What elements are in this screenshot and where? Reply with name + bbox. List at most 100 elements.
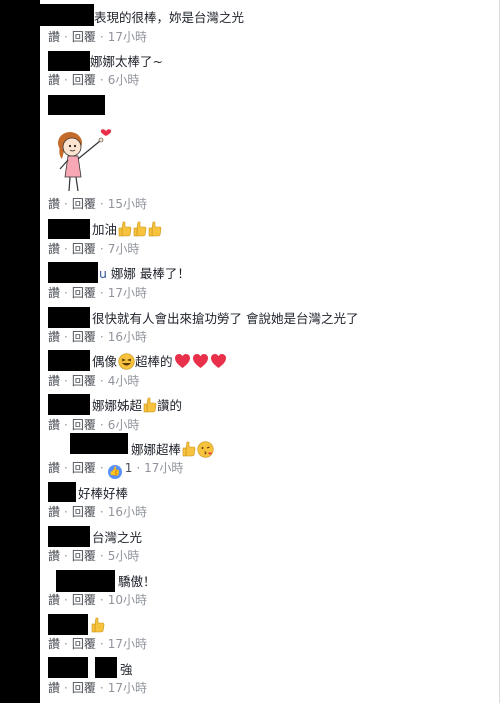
- like-button[interactable]: 讚: [48, 418, 60, 432]
- heart-icon: [192, 353, 209, 369]
- redacted-name[interactable]: [48, 394, 90, 415]
- like-reaction-icon: 👍: [107, 465, 122, 479]
- reply-button[interactable]: 回覆: [72, 418, 96, 432]
- timestamp[interactable]: 16小時: [108, 505, 147, 519]
- timestamp[interactable]: 6小時: [108, 73, 140, 87]
- timestamp[interactable]: 4小時: [108, 374, 140, 388]
- comment-text-row: 加油: [92, 221, 162, 239]
- redacted-name[interactable]: [48, 526, 90, 547]
- like-button[interactable]: 讚: [48, 197, 60, 211]
- panel-border: [499, 0, 500, 703]
- reply-button[interactable]: 回覆: [72, 593, 96, 607]
- separator: ·: [64, 73, 68, 87]
- separator: ·: [99, 637, 104, 651]
- thumbs-up-icon: [148, 221, 162, 237]
- like-button[interactable]: 讚: [48, 461, 60, 475]
- comment-text-row: 娜娜姊超 讚的: [92, 397, 182, 415]
- redacted-name[interactable]: [56, 570, 115, 592]
- like-button[interactable]: 讚: [48, 374, 60, 388]
- like-button[interactable]: 讚: [48, 593, 60, 607]
- reply-button[interactable]: 回覆: [72, 330, 96, 344]
- timestamp[interactable]: 7小時: [108, 242, 140, 256]
- redacted-name[interactable]: [48, 657, 88, 678]
- timestamp[interactable]: 17小時: [108, 637, 147, 651]
- girl-pointing-sticker: [48, 121, 124, 197]
- comment-text-before: 偶像: [92, 354, 118, 369]
- reply-button[interactable]: 回覆: [72, 374, 96, 388]
- thumbs-up-icon: [143, 397, 157, 413]
- like-button[interactable]: 讚: [48, 286, 60, 300]
- redacted-name[interactable]: [48, 262, 98, 283]
- redacted-name[interactable]: [48, 219, 90, 239]
- redacted-name[interactable]: [48, 95, 105, 115]
- redacted-name[interactable]: [48, 614, 88, 635]
- separator: ·: [99, 73, 104, 87]
- comment-actions: 讚 · 回覆 · 15小時: [48, 196, 147, 212]
- separator: ·: [99, 286, 104, 300]
- redacted-name[interactable]: [48, 350, 90, 371]
- redacted-name[interactable]: [48, 307, 90, 328]
- like-button[interactable]: 讚: [48, 242, 60, 256]
- redacted-name[interactable]: [40, 4, 94, 26]
- like-button[interactable]: 讚: [48, 73, 60, 87]
- comment-actions: 讚 · 回覆 · 5小時: [48, 548, 139, 564]
- comment-actions: 讚 · 回覆 · 17小時: [48, 680, 147, 696]
- like-count-value: 1: [124, 461, 133, 475]
- timestamp[interactable]: 10小時: [108, 593, 147, 607]
- like-button[interactable]: 讚: [48, 681, 60, 695]
- comment-text-row: [90, 617, 105, 635]
- reply-button[interactable]: 回覆: [72, 197, 96, 211]
- comment-thread: 表現的很棒，妳是台灣之光 讚 · 回覆 · 17小時 娜娜太棒了~ 讚 · 回覆 · 6小時: [0, 0, 504, 703]
- thumbs-up-icon: [118, 221, 132, 237]
- reply-button[interactable]: 回覆: [72, 30, 96, 44]
- separator: ·: [64, 30, 68, 44]
- like-count[interactable]: 👍 1: [107, 461, 133, 479]
- reply-button[interactable]: 回覆: [72, 681, 96, 695]
- timestamp[interactable]: 6小時: [108, 418, 140, 432]
- reply-button[interactable]: 回覆: [72, 73, 96, 87]
- comment-text-row: 娜娜超棒: [131, 441, 214, 459]
- comment-actions: 讚 · 回覆 · 4小時: [48, 373, 139, 389]
- timestamp[interactable]: 16小時: [108, 330, 147, 344]
- thumbs-up-icon: [91, 617, 105, 633]
- comment-text-row: 偶像 超棒的: [92, 353, 227, 371]
- comment-text-after: 讚的: [157, 398, 183, 413]
- comment-actions: 讚 · 回覆 · 16小時: [48, 504, 147, 520]
- name-suffix[interactable]: u: [99, 266, 107, 281]
- timestamp[interactable]: 17小時: [108, 286, 147, 300]
- timestamp[interactable]: 17小時: [144, 461, 183, 475]
- timestamp[interactable]: 15小時: [108, 197, 147, 211]
- like-button[interactable]: 讚: [48, 330, 60, 344]
- comment-actions: 讚 · 回覆 · 16小時: [48, 329, 147, 345]
- like-button[interactable]: 讚: [48, 30, 60, 44]
- comment-text-before: 娜娜姊超: [92, 398, 143, 413]
- reply-button[interactable]: 回覆: [72, 242, 96, 256]
- separator: ·: [64, 330, 68, 344]
- heart-icon: [174, 353, 191, 369]
- reply-button[interactable]: 回覆: [72, 505, 96, 519]
- reply-button[interactable]: 回覆: [72, 286, 96, 300]
- redacted-name[interactable]: [48, 51, 90, 71]
- comment-text: 加油: [92, 222, 118, 237]
- comment-actions: 讚 · 回覆 · 17小時: [48, 636, 147, 652]
- separator: ·: [99, 418, 104, 432]
- timestamp[interactable]: 17小時: [108, 30, 147, 44]
- like-button[interactable]: 讚: [48, 637, 60, 651]
- timestamp[interactable]: 17小時: [108, 681, 147, 695]
- separator: ·: [99, 330, 104, 344]
- reply-button[interactable]: 回覆: [72, 549, 96, 563]
- like-button[interactable]: 讚: [48, 505, 60, 519]
- like-button[interactable]: 讚: [48, 549, 60, 563]
- reply-button[interactable]: 回覆: [72, 461, 96, 475]
- redacted-name[interactable]: [48, 482, 76, 502]
- comment-actions: 讚 · 回覆 · 10小時: [48, 592, 147, 608]
- timestamp[interactable]: 5小時: [108, 549, 140, 563]
- reply-button[interactable]: 回覆: [72, 637, 96, 651]
- redacted-name[interactable]: [70, 433, 128, 454]
- comment-actions: 讚 · 回覆 · 6小時: [48, 417, 139, 433]
- laughing-emoji-icon: [118, 353, 135, 370]
- separator: ·: [99, 505, 104, 519]
- separator: ·: [99, 30, 104, 44]
- separator: ·: [64, 593, 68, 607]
- thumbs-up-icon: [133, 221, 147, 237]
